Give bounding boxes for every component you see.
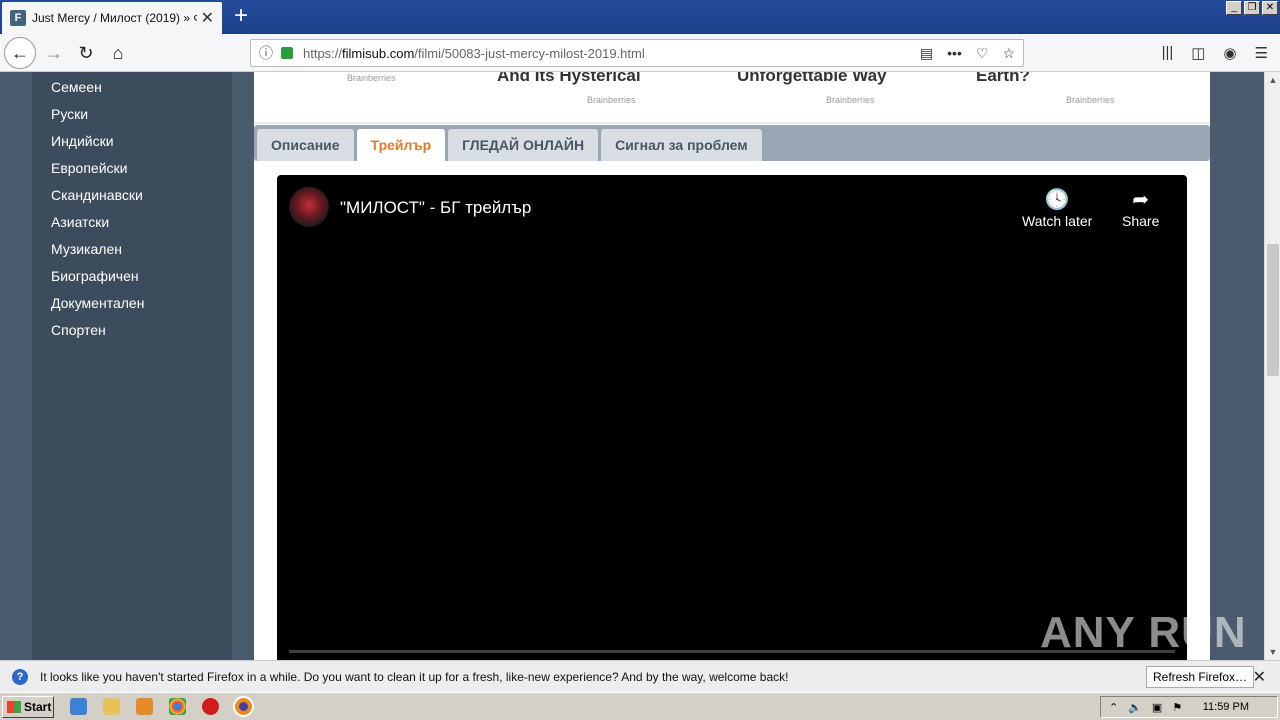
video-title[interactable]: "МИЛОСТ" - БГ трейлър [340,198,531,218]
sidebar-item[interactable]: Биографичен [32,265,232,292]
tab-title: Just Mercy / Милост (2019) » Фил [32,11,197,25]
genre-sidebar: Семеен Руски Индийски Европейски Скандин… [32,72,232,660]
network-icon[interactable]: ▣ [1152,701,1162,714]
url-bar[interactable]: ⓘ https://filmisub.com/filmi/50083-just-… [250,39,1024,67]
account-icon[interactable]: ◉ [1223,44,1236,62]
scroll-down-icon[interactable]: ▼ [1265,644,1280,660]
windows-logo-icon [7,701,21,713]
sidebar-item[interactable]: Азиатски [32,211,232,238]
info-icon: ? [12,668,28,685]
close-window-button[interactable]: ✕ [1262,1,1278,15]
bookmark-star-icon[interactable]: ☆ [1002,45,1015,62]
rec-title[interactable]: And Its Hysterical [497,72,641,86]
share-button[interactable]: ➦ Share [1122,187,1159,229]
url-text[interactable]: https://filmisub.com/filmi/50083-just-me… [303,46,645,61]
browser-tab[interactable]: F Just Mercy / Милост (2019) » Фил ✕ [2,2,222,34]
sidebar-item[interactable]: Скандинавски [32,184,232,211]
url-prefix: https:// [303,45,343,61]
lock-icon [281,47,293,59]
pocket-icon[interactable]: ♡ [976,45,989,62]
share-label: Share [1122,213,1160,229]
watch-later-label: Watch later [1022,213,1093,229]
flag-icon[interactable]: ⚑ [1172,701,1182,714]
url-domain: filmisub.com [342,45,415,61]
back-button[interactable]: ← [4,37,36,69]
menu-icon[interactable]: ☰ [1255,44,1268,62]
library-icon[interactable]: ||| [1162,44,1174,62]
watch-later-button[interactable]: 🕓 Watch later [1022,187,1092,229]
site-info-icon[interactable]: ⓘ [259,43,273,63]
content-tabs: Описание Трейлър ГЛЕДАЙ ОНЛАЙН Сигнал за… [254,125,1210,161]
rec-source[interactable]: Brainberries [587,95,636,105]
url-actions: ▤ ••• ♡ ☆ [920,45,1015,62]
maximize-button[interactable]: ❐ [1244,1,1260,15]
ie-icon[interactable] [70,698,87,715]
site-favicon-icon: F [10,10,26,26]
rec-title[interactable]: Unforgettable Way [737,72,887,86]
anyrun-watermark: ANY RUN [1040,608,1247,657]
window-controls: _ ❐ ✕ [1226,1,1278,15]
reader-view-icon[interactable]: ▤ [920,45,933,62]
page-actions-icon[interactable]: ••• [947,45,962,62]
tab-close-icon[interactable]: ✕ [201,8,214,28]
sidebar-item[interactable]: Документален [32,292,232,319]
scrollbar-thumb[interactable] [1267,244,1279,376]
web-page: Семеен Руски Индийски Европейски Скандин… [0,72,1264,660]
recommendations-strip: Brainberries And Its Hysterical Brainber… [254,72,1210,124]
channel-avatar[interactable] [289,187,329,227]
page-scrollbar[interactable]: ▲ ▼ [1264,72,1280,660]
explorer-icon[interactable] [103,698,120,715]
share-arrow-icon: ➦ [1132,189,1150,211]
rec-source[interactable]: Brainberries [826,95,875,105]
start-button[interactable]: Start [2,696,54,718]
notification-message: It looks like you haven't started Firefo… [40,669,789,684]
rec-title[interactable]: Earth? [976,72,1030,86]
sidebar-item[interactable]: Европейски [32,157,232,184]
chrome-icon[interactable] [169,698,186,715]
start-label: Start [24,700,52,714]
media-player-icon[interactable] [136,698,153,715]
quick-launch [70,696,254,717]
sidebar-toggle-icon[interactable]: ◫ [1191,44,1205,62]
tab-description[interactable]: Описание [257,129,354,161]
opera-icon[interactable] [202,698,219,715]
tab-report-problem[interactable]: Сигнал за проблем [601,129,762,161]
scroll-up-icon[interactable]: ▲ [1265,72,1280,88]
sidebar-item[interactable]: Индийски [32,130,232,157]
tab-watch-online[interactable]: ГЛЕДАЙ ОНЛАЙН [448,129,599,161]
refresh-firefox-button[interactable]: Refresh Firefox… [1146,666,1255,688]
main-content: Brainberries And Its Hysterical Brainber… [254,72,1210,660]
url-path: /filmi/50083-just-mercy-milost-2019.html [414,45,645,61]
sidebar-item[interactable]: Спортен [32,319,232,346]
minimize-button[interactable]: _ [1226,1,1242,15]
sidebar-item[interactable]: Музикален [32,238,232,265]
notification-bar: ? It looks like you haven't started Fire… [0,660,1280,692]
tab-strip: F Just Mercy / Милост (2019) » Фил ✕ + _… [0,0,1280,34]
tab-trailer[interactable]: Трейлър [356,129,446,161]
rec-source[interactable]: Brainberries [1066,95,1115,105]
forward-button[interactable]: → [40,39,68,67]
clock[interactable]: 11:59 PM [1203,701,1249,713]
new-tab-button[interactable]: + [228,4,254,30]
taskbar: Start ⌃ 🔈 ▣ ⚑ 11:59 PM [0,692,1280,720]
notification-close-icon[interactable]: ✕ [1253,667,1266,687]
system-tray: ⌃ 🔈 ▣ ⚑ 11:59 PM [1100,696,1278,718]
volume-icon[interactable]: 🔈 [1128,701,1142,714]
navigation-bar: ← → ↻ ⌂ ⓘ https://filmisub.com/filmi/500… [0,34,1280,72]
video-player[interactable]: "МИЛОСТ" - БГ трейлър 🕓 Watch later ➦ Sh… [277,175,1187,660]
home-button[interactable]: ⌂ [104,39,132,67]
sidebar-item[interactable]: Руски [32,103,232,130]
clock-icon: 🕓 [1044,189,1070,211]
sidebar-item[interactable]: Семеен [32,76,232,103]
reload-button[interactable]: ↻ [72,39,100,67]
tray-expand-icon[interactable]: ⌃ [1109,701,1118,714]
toolbar-icons: ||| ◫ ◉ ☰ [1162,44,1268,62]
firefox-icon[interactable] [233,696,254,717]
rec-source[interactable]: Brainberries [347,73,396,83]
